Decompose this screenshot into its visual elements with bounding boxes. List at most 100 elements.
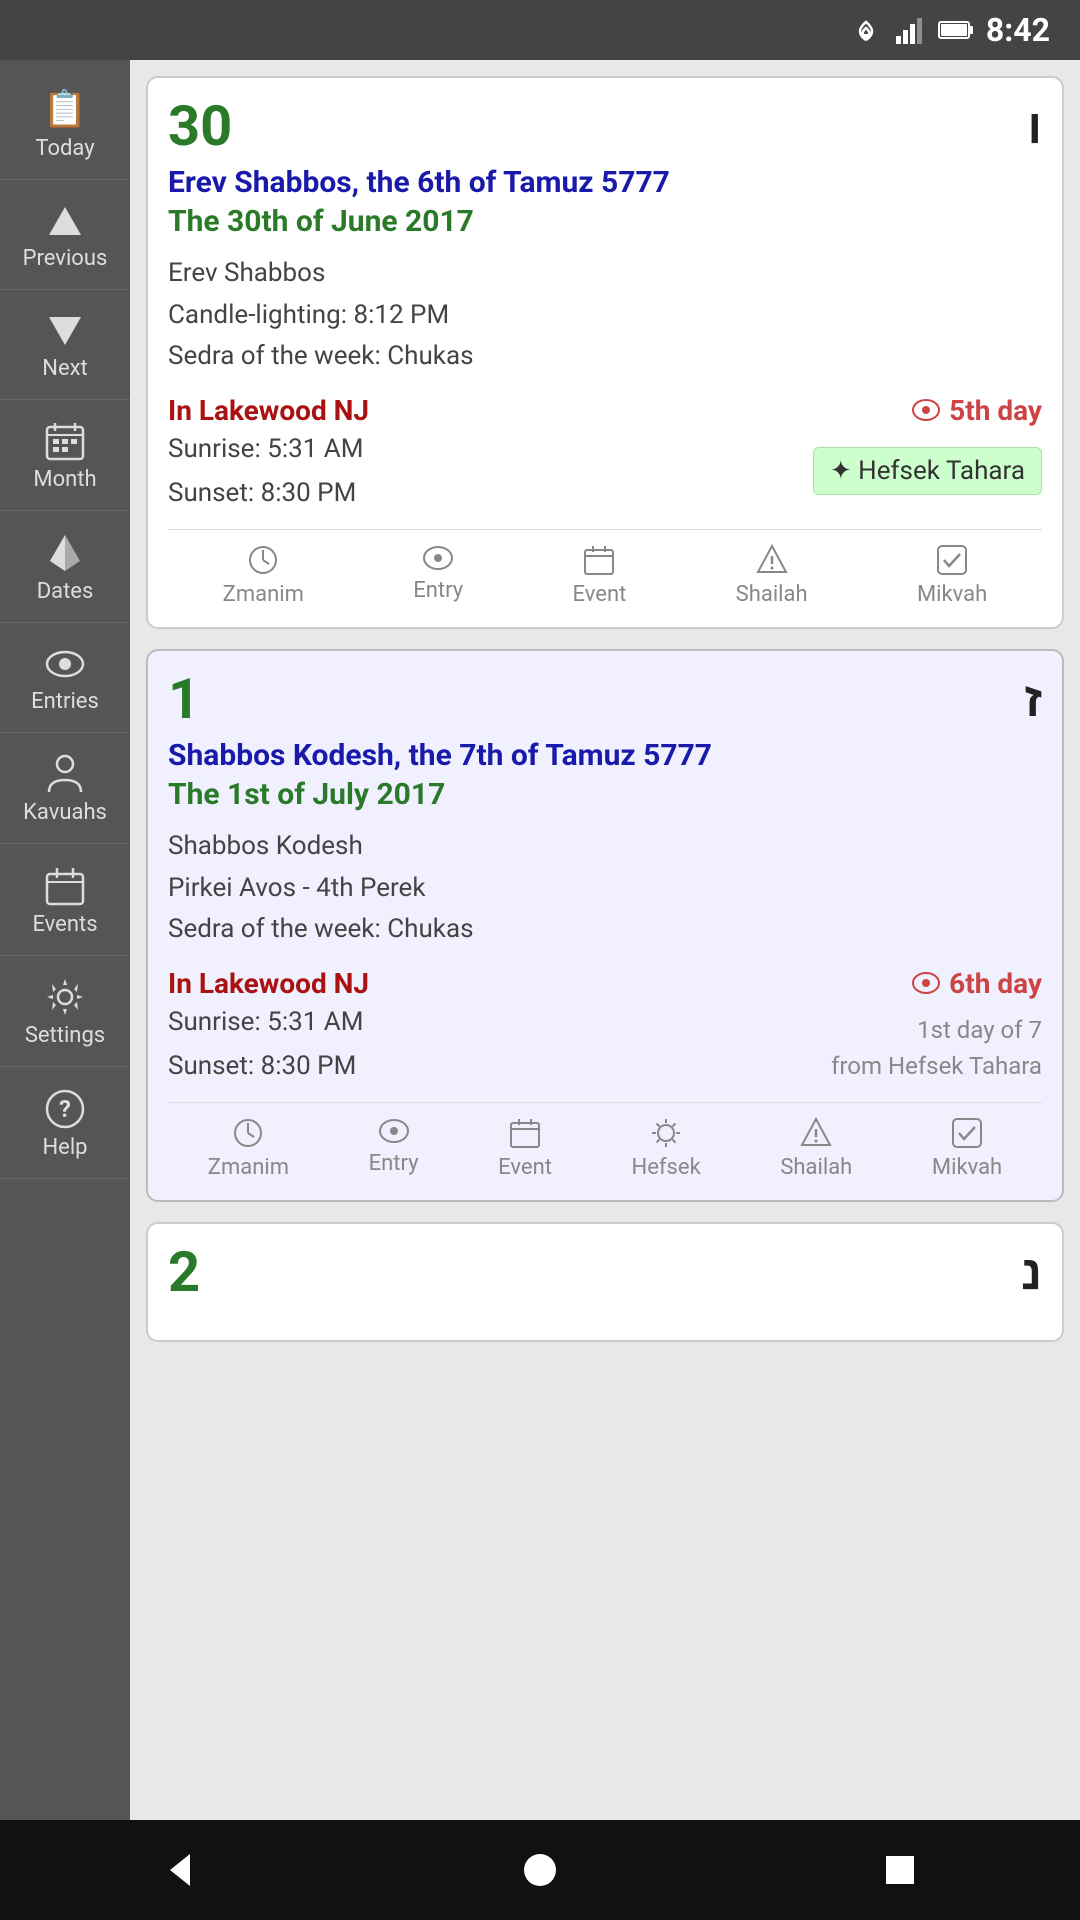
help-icon: ? xyxy=(45,1085,85,1128)
gregorian-date-30: The 30th of June 2017 xyxy=(168,204,1042,239)
sidebar-item-events[interactable]: Events xyxy=(0,844,130,955)
sun-times-1: Sunrise: 5:31 AM Sunset: 8:30 PM xyxy=(168,1000,369,1088)
sidebar-item-next[interactable]: Next xyxy=(0,290,130,400)
day-number-1: 1 xyxy=(168,671,200,727)
zmanim-icon-30 xyxy=(247,544,279,576)
action-label-event-30: Event xyxy=(573,582,627,607)
detail-line-1-3: Sedra of the week: Chukas xyxy=(168,909,1042,951)
status-icons: 8:42 xyxy=(848,11,1050,49)
action-label-hefsek-1: Hefsek xyxy=(632,1155,701,1180)
detail-line-1-1: Shabbos Kodesh xyxy=(168,826,1042,868)
battery-icon xyxy=(938,18,974,42)
location-row-1: In Lakewood NJ Sunrise: 5:31 AM Sunset: … xyxy=(168,967,1042,1088)
status-bar: 8:42 xyxy=(0,0,1080,60)
sidebar-item-entries[interactable]: Entries xyxy=(0,623,130,733)
sidebar-label-kavuahs: Kavuahs xyxy=(23,800,107,825)
hebrew-day-2: נ xyxy=(1021,1244,1042,1301)
sidebar-label-month: Month xyxy=(33,467,96,492)
action-event-1[interactable]: Event xyxy=(498,1117,552,1180)
sidebar-label-events: Events xyxy=(32,912,97,937)
jewish-date-30: Erev Shabbos, the 6th of Tamuz 5777 xyxy=(168,165,1042,200)
action-label-entry-30: Entry xyxy=(413,578,463,603)
tahara-info-1: 1st day of 7from Hefsek Tahara xyxy=(831,1012,1042,1084)
action-shailah-30[interactable]: Shailah xyxy=(736,544,808,607)
detail-line-2: Candle-lighting: 8:12 PM xyxy=(168,295,1042,337)
event-icon-1 xyxy=(509,1117,541,1149)
day-number-30: 30 xyxy=(168,98,232,154)
action-mikvah-30[interactable]: Mikvah xyxy=(917,544,987,607)
card-header-30: 30 ו xyxy=(168,98,1042,155)
sidebar-item-help[interactable]: ? Help xyxy=(0,1067,130,1178)
action-label-entry-1: Entry xyxy=(369,1151,419,1176)
sidebar: 📋 Today Previous Next xyxy=(0,60,130,1820)
day-card-1: 1 ז Shabbos Kodesh, the 7th of Tamuz 577… xyxy=(146,649,1064,1202)
action-bar-30: Zmanim Entry Event xyxy=(168,529,1042,607)
sunrise-1: Sunrise: 5:31 AM xyxy=(168,1000,369,1044)
sunrise-30: Sunrise: 5:31 AM xyxy=(168,427,369,471)
action-entry-1[interactable]: Entry xyxy=(369,1117,419,1180)
sunset-30: Sunset: 8:30 PM xyxy=(168,471,369,515)
detail-line-1-2: Pirkei Avos - 4th Perek xyxy=(168,868,1042,910)
action-event-30[interactable]: Event xyxy=(573,544,627,607)
bottom-nav-bar xyxy=(0,1820,1080,1920)
recents-icon xyxy=(882,1852,918,1888)
zmanim-icon-1 xyxy=(232,1117,264,1149)
action-label-zmanim-1: Zmanim xyxy=(208,1155,289,1180)
action-label-event-1: Event xyxy=(498,1155,552,1180)
shailah-icon-1 xyxy=(800,1117,832,1149)
action-zmanim-30[interactable]: Zmanim xyxy=(223,544,304,607)
action-zmanim-1[interactable]: Zmanim xyxy=(208,1117,289,1180)
settings-icon xyxy=(45,974,85,1017)
action-entry-30[interactable]: Entry xyxy=(413,544,463,607)
back-icon xyxy=(160,1850,200,1890)
today-icon: 📋 xyxy=(43,88,88,130)
event-icon-30 xyxy=(583,544,615,576)
home-button[interactable] xyxy=(510,1840,570,1900)
sidebar-label-next: Next xyxy=(42,356,87,381)
svg-text:?: ? xyxy=(59,1095,71,1123)
action-label-mikvah-1: Mikvah xyxy=(932,1155,1002,1180)
hebrew-day-1: ז xyxy=(1024,671,1042,728)
home-icon xyxy=(520,1850,560,1890)
action-shailah-1[interactable]: Shailah xyxy=(780,1117,852,1180)
signal-icon xyxy=(896,16,926,44)
sunset-1: Sunset: 8:30 PM xyxy=(168,1044,369,1088)
sidebar-label-help: Help xyxy=(42,1135,87,1160)
eye-icon-1 xyxy=(911,971,941,995)
recents-button[interactable] xyxy=(870,1840,930,1900)
sidebar-item-today[interactable]: 📋 Today xyxy=(0,70,130,180)
day-number-2: 2 xyxy=(168,1244,200,1300)
day-details-1: Shabbos Kodesh Pirkei Avos - 4th Perek S… xyxy=(168,826,1042,951)
kavuahs-icon xyxy=(47,751,83,794)
sidebar-item-month[interactable]: Month xyxy=(0,400,130,511)
sun-times-30: Sunrise: 5:31 AM Sunset: 8:30 PM xyxy=(168,427,369,515)
gregorian-date-1: The 1st of July 2017 xyxy=(168,777,1042,812)
events-icon xyxy=(45,862,85,905)
sidebar-item-settings[interactable]: Settings xyxy=(0,956,130,1067)
sidebar-item-previous[interactable]: Previous xyxy=(0,180,130,290)
sidebar-label-dates: Dates xyxy=(37,579,94,604)
detail-line-1: Erev Shabbos xyxy=(168,253,1042,295)
action-label-mikvah-30: Mikvah xyxy=(917,582,987,607)
back-button[interactable] xyxy=(150,1840,210,1900)
sidebar-label-today: Today xyxy=(35,136,94,161)
day-card-30: 30 ו Erev Shabbos, the 6th of Tamuz 5777… xyxy=(146,76,1064,629)
eye-icon-30 xyxy=(911,398,941,422)
action-mikvah-1[interactable]: Mikvah xyxy=(932,1117,1002,1180)
sidebar-item-kavuahs[interactable]: Kavuahs xyxy=(0,733,130,844)
sidebar-item-dates[interactable]: Dates xyxy=(0,511,130,622)
hebrew-day-30: ו xyxy=(1028,98,1042,155)
sidebar-label-entries: Entries xyxy=(31,689,99,714)
mikvah-icon-30 xyxy=(936,544,968,576)
hefsek-badge-30: ✦ Hefsek Tahara xyxy=(813,447,1042,495)
location-name-1: In Lakewood NJ xyxy=(168,967,369,1000)
sidebar-label-settings: Settings xyxy=(25,1023,105,1048)
action-label-zmanim-30: Zmanim xyxy=(223,582,304,607)
action-hefsek-1[interactable]: Hefsek xyxy=(632,1117,701,1180)
action-label-shailah-1: Shailah xyxy=(780,1155,852,1180)
previous-icon xyxy=(45,198,85,240)
day-badge-1: 6th day xyxy=(911,967,1042,1000)
month-icon xyxy=(45,418,85,461)
entries-icon xyxy=(45,641,85,683)
action-bar-1: Zmanim Entry Event xyxy=(168,1102,1042,1180)
